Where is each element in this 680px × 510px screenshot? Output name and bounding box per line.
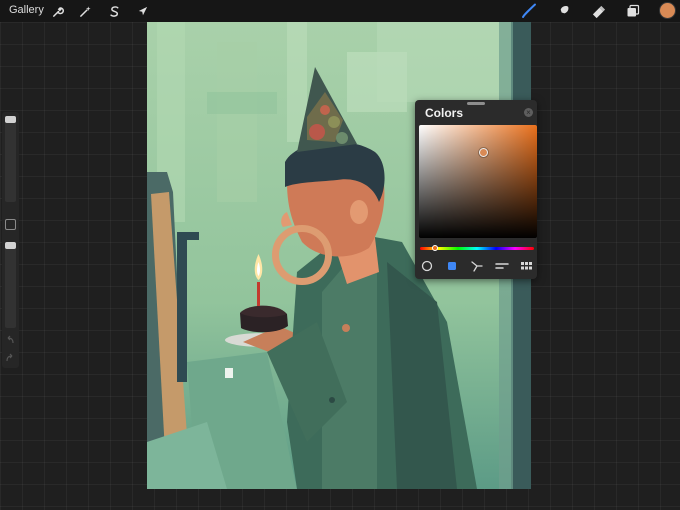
- brush-opacity-thumb[interactable]: [5, 242, 16, 249]
- eraser-icon: [592, 5, 605, 18]
- color-picker-ring[interactable]: [478, 148, 488, 158]
- layers-button[interactable]: [625, 3, 641, 19]
- smudge-tool-button[interactable]: [555, 3, 571, 19]
- selection-s-icon: [109, 5, 118, 17]
- classic-mode-icon: [448, 262, 456, 270]
- adjustments-button[interactable]: [77, 3, 93, 19]
- arrow-cursor-icon: [138, 6, 147, 15]
- palettes-mode-icon: [520, 262, 532, 270]
- disc-mode-button[interactable]: [420, 260, 434, 272]
- wrench-icon: [52, 6, 64, 17]
- transform-button[interactable]: [134, 3, 150, 19]
- sidebar: [2, 112, 19, 368]
- palettes-mode-button[interactable]: [519, 260, 533, 272]
- gallery-button[interactable]: Gallery: [9, 4, 44, 16]
- value-mode-button[interactable]: [495, 260, 509, 272]
- harmony-mode-icon: [471, 261, 483, 272]
- paint-tool-button[interactable]: [521, 3, 537, 19]
- harmony-mode-button[interactable]: [470, 260, 484, 272]
- smudge-finger-icon: [558, 5, 568, 17]
- panel-title: Colors: [425, 106, 464, 120]
- magic-wand-icon: [79, 5, 91, 17]
- close-x-icon[interactable]: ×: [524, 108, 533, 117]
- hue-slider-thumb[interactable]: [431, 245, 438, 251]
- brush-opacity-slider[interactable]: [5, 242, 16, 328]
- value-mode-icon: [495, 263, 509, 269]
- saturation-brightness-picker[interactable]: [419, 125, 537, 238]
- classic-mode-button[interactable]: [445, 260, 459, 272]
- panel-grab-handle[interactable]: [467, 102, 485, 105]
- active-color-button[interactable]: [660, 3, 675, 18]
- selection-button[interactable]: [106, 3, 122, 19]
- redo-arrow-icon[interactable]: [5, 353, 15, 363]
- actions-button[interactable]: [49, 3, 65, 19]
- top-toolbar: Gallery: [0, 0, 680, 22]
- brush-icon: [522, 3, 536, 18]
- brush-size-thumb[interactable]: [5, 116, 16, 123]
- brush-cursor-ring: [272, 225, 332, 285]
- undo-arrow-icon[interactable]: [5, 335, 15, 345]
- eraser-tool-button[interactable]: [590, 3, 606, 19]
- colors-panel[interactable]: Colors ×: [415, 100, 537, 279]
- square-modify-icon[interactable]: [5, 219, 16, 230]
- layers-icon: [627, 4, 640, 17]
- brush-size-slider[interactable]: [5, 116, 16, 202]
- disc-mode-icon: [421, 260, 433, 272]
